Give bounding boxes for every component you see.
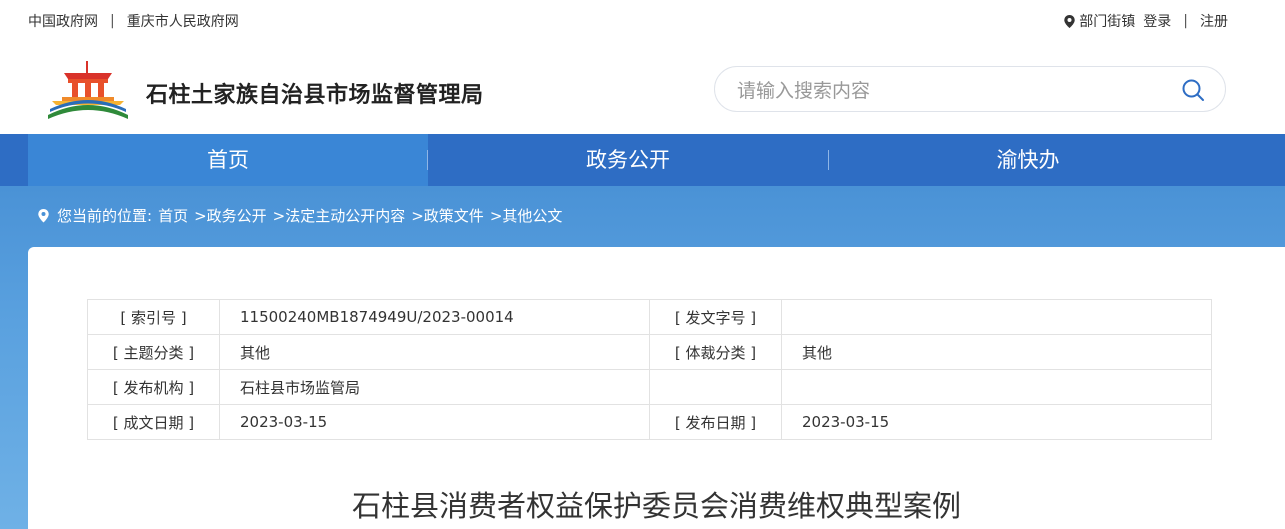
meta-value: 其他 <box>781 334 1212 370</box>
table-row: [ 发布机构 ] 石柱县市场监管局 <box>87 369 1212 405</box>
meta-value: 石柱县市场监管局 <box>219 369 650 405</box>
location-pin-icon <box>38 208 49 222</box>
document-title: 石柱县消费者权益保护委员会消费维权典型案例 <box>351 489 961 523</box>
breadcrumb-home[interactable]: 首页 <box>158 205 188 226</box>
content-card: [ 索引号 ] 11500240MB1874949U/2023-00014 [ … <box>28 247 1285 529</box>
breadcrumb: 您当前的位置: 首页 >政务公开 >法定主动公开内容 >政策文件 >其他公文 <box>38 205 568 226</box>
top-right-links: 部门街镇 登录 | 注册 <box>1064 11 1228 31</box>
gov-portal-link[interactable]: 中国政府网 <box>28 11 98 31</box>
top-bar: 中国政府网 | 重庆市人民政府网 部门街镇 登录 | 注册 <box>0 0 1285 42</box>
nav-gov-affairs[interactable]: 政务公开 <box>428 134 828 186</box>
register-link[interactable]: 注册 <box>1200 11 1228 31</box>
meta-value: 2023-03-15 <box>781 404 1212 440</box>
meta-label: [ 发布机构 ] <box>87 369 220 405</box>
meta-value <box>781 369 1212 405</box>
chongqing-gov-link[interactable]: 重庆市人民政府网 <box>127 11 239 31</box>
meta-value: 2023-03-15 <box>219 404 650 440</box>
separator: | <box>1183 13 1188 29</box>
top-links: 中国政府网 | 重庆市人民政府网 <box>28 11 239 31</box>
search-input[interactable] <box>735 77 1169 105</box>
document-meta-table: [ 索引号 ] 11500240MB1874949U/2023-00014 [ … <box>87 299 1212 440</box>
meta-label: [ 主题分类 ] <box>87 334 220 370</box>
meta-value <box>781 299 1212 335</box>
site-title: 石柱土家族自治县市场监督管理局 <box>146 83 484 108</box>
nav-home[interactable]: 首页 <box>28 134 428 186</box>
table-row: [ 成文日期 ] 2023-03-15 [ 发布日期 ] 2023-03-15 <box>87 404 1212 440</box>
login-link[interactable]: 登录 <box>1143 11 1171 31</box>
location-pin-icon <box>1064 14 1075 28</box>
meta-label: [ 发布日期 ] <box>649 404 782 440</box>
meta-label: [ 索引号 ] <box>87 299 220 335</box>
meta-value: 11500240MB1874949U/2023-00014 <box>219 299 650 335</box>
nav-yukuaiban[interactable]: 渝快办 <box>828 134 1228 186</box>
breadcrumb-other-docs[interactable]: >其他公文 <box>490 205 563 226</box>
meta-label: [ 成文日期 ] <box>87 404 220 440</box>
search-icon[interactable] <box>1181 78 1205 102</box>
meta-label <box>649 369 782 405</box>
dept-town-link[interactable]: 部门街镇 <box>1079 11 1135 31</box>
search-box <box>714 66 1226 112</box>
breadcrumb-policy-docs[interactable]: >政策文件 <box>411 205 484 226</box>
separator: | <box>110 13 115 29</box>
breadcrumb-gov-affairs[interactable]: >政务公开 <box>194 205 267 226</box>
main-nav: 首页 政务公开 渝快办 <box>0 134 1285 186</box>
breadcrumb-prefix: 您当前的位置: <box>57 207 153 225</box>
meta-label: [ 发文字号 ] <box>649 299 782 335</box>
meta-value: 其他 <box>219 334 650 370</box>
breadcrumb-statutory-content[interactable]: >法定主动公开内容 <box>273 205 406 226</box>
table-row: [ 主题分类 ] 其他 [ 体裁分类 ] 其他 <box>87 334 1212 370</box>
site-logo[interactable] <box>46 59 130 121</box>
table-row: [ 索引号 ] 11500240MB1874949U/2023-00014 [ … <box>87 299 1212 335</box>
meta-label: [ 体裁分类 ] <box>649 334 782 370</box>
site-header: 石柱土家族自治县市场监督管理局 <box>0 42 1285 134</box>
